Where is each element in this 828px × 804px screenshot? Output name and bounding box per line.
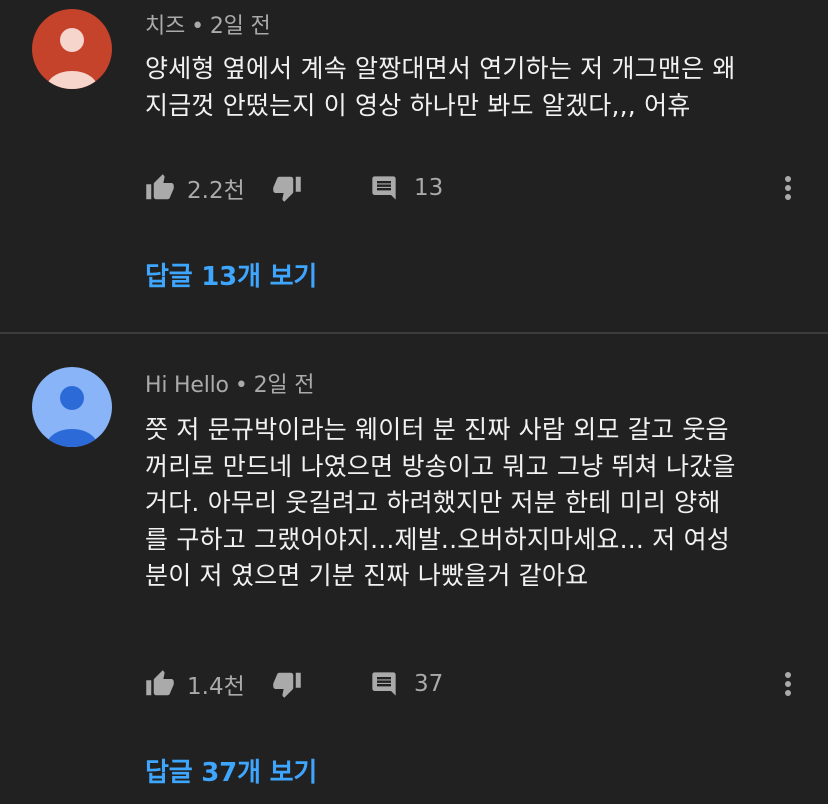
more-options-button[interactable] <box>782 666 794 702</box>
comment-icon <box>372 672 396 696</box>
comment-text-line: 쯧 저 문규박이라는 웨이터 분 진짜 사람 외모 갈고 웃음 <box>145 415 729 444</box>
comment-text: 양세형 옆에서 계속 알짱대면서 연기하는 저 개그맨은 왜 지금껏 안떴는지 … <box>145 51 805 124</box>
comment-time: 2일 전 <box>209 14 271 39</box>
comment-text-line: 꺼리로 만드네 나였으면 방송이고 뭐고 그냥 뛰쳐 나갔을 <box>145 451 736 481</box>
more-vert-icon <box>785 176 791 200</box>
comment-text-line: 양세형 옆에서 계속 알짱대면서 연기하는 저 개그맨은 왜 <box>145 54 736 83</box>
thumb-up-icon <box>146 670 174 696</box>
dislike-button[interactable] <box>272 170 302 206</box>
reply-button[interactable]: 13 <box>370 170 443 206</box>
avatar[interactable] <box>32 367 112 447</box>
comment-text: 쯧 저 문규박이라는 웨이터 분 진짜 사람 외모 갈고 웃음 꺼리로 만드네 … <box>145 412 805 595</box>
thumb-up-icon <box>146 174 174 200</box>
comment-icon <box>372 176 396 200</box>
view-replies-button[interactable]: 답글 13개 보기 <box>145 256 317 293</box>
comment-thread: Hi Hello • 2일 전 쯧 저 문규박이라는 웨이터 분 진짜 사람 외모 … <box>0 334 828 804</box>
more-options-button[interactable] <box>782 170 794 206</box>
view-replies-button[interactable]: 답글 37개 보기 <box>145 752 317 789</box>
comment-text-line: 지금껏 안떴는지 이 영상 하나만 봐도 알겠다,,, 어휴 <box>145 90 691 120</box>
comment-text-line: 거다. 아무리 웃길려고 하려했지만 저분 한테 미리 양해 <box>145 488 721 517</box>
thumb-down-icon <box>273 176 301 202</box>
like-count: 1.4천 <box>187 674 245 700</box>
comment-actions: 1.4천 37 <box>145 666 805 702</box>
reply-button[interactable]: 37 <box>370 666 443 702</box>
default-avatar-icon <box>32 9 112 89</box>
like-count: 2.2천 <box>187 178 245 204</box>
default-avatar-icon <box>32 367 112 447</box>
dislike-button[interactable] <box>272 666 302 702</box>
reply-count: 37 <box>414 671 444 697</box>
author-name[interactable]: Hi Hello <box>145 373 229 398</box>
comment-meta: Hi Hello • 2일 전 <box>145 367 314 399</box>
comment-thread: 치즈 • 2일 전 양세형 옆에서 계속 알짱대면서 연기하는 저 개그맨은 왜 지… <box>0 0 828 333</box>
comment-time: 2일 전 <box>253 373 315 398</box>
reply-count: 13 <box>414 175 444 201</box>
comment-meta: 치즈 • 2일 전 <box>145 8 271 40</box>
like-button[interactable]: 2.2천 <box>145 170 245 206</box>
comment-text-line: 를 구하고 그랬어야지...제발..오버하지마세요... 저 여성 <box>145 524 730 554</box>
meta-separator: • <box>234 373 248 398</box>
comment-text-line: 분이 저 였으면 기분 진짜 나빴을거 같아요 <box>145 561 589 590</box>
thumb-down-icon <box>273 672 301 698</box>
avatar[interactable] <box>32 9 112 89</box>
comment-actions: 2.2천 13 <box>145 170 805 206</box>
author-name[interactable]: 치즈 <box>145 14 185 39</box>
more-vert-icon <box>785 672 791 696</box>
like-button[interactable]: 1.4천 <box>145 666 245 702</box>
meta-separator: • <box>191 14 204 39</box>
